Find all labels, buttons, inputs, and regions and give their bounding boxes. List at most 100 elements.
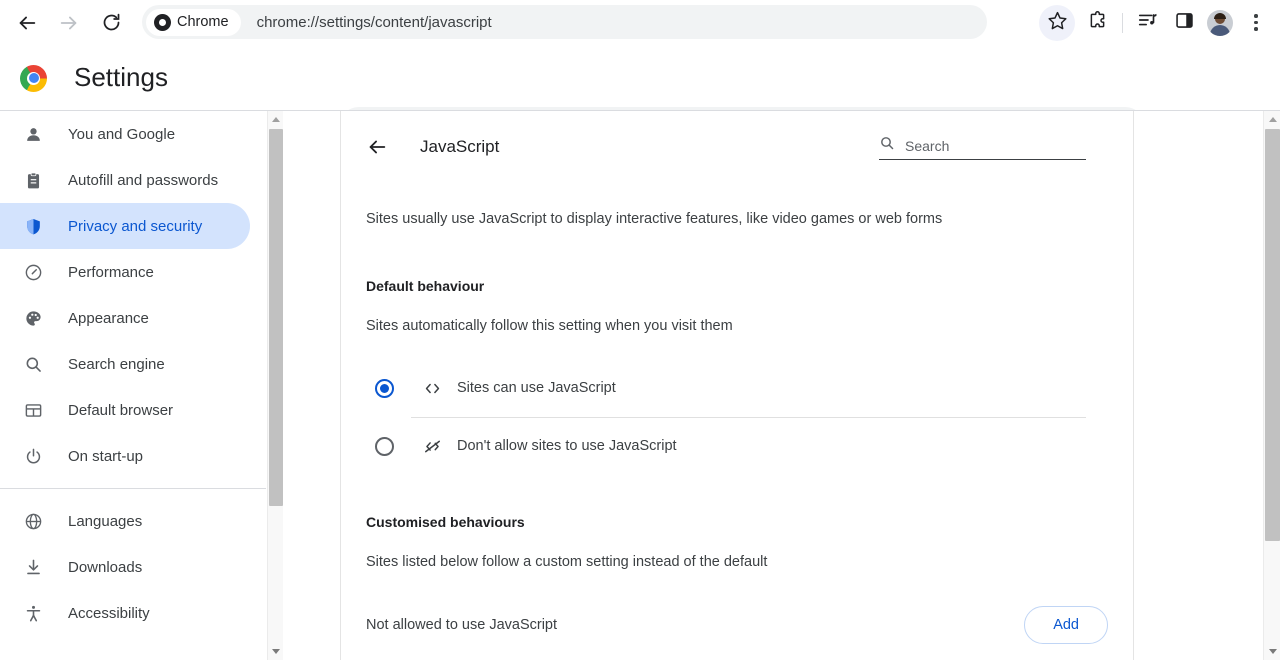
settings-content: JavaScript Search Sites usually use Java… <box>284 111 1254 660</box>
code-off-icon <box>421 435 443 457</box>
star-icon <box>1047 10 1068 36</box>
content-scroll-thumb[interactable] <box>1265 129 1280 541</box>
side-panel-icon <box>1174 10 1195 36</box>
sidebar-item-search-engine[interactable]: Search engine <box>0 341 250 387</box>
section-title: JavaScript <box>420 137 499 157</box>
triangle-up-icon <box>272 117 280 122</box>
settings-body: You and Google Autofill and passwords Pr… <box>0 110 1280 659</box>
radio-option-sites-can-use-javascript[interactable]: Sites can use JavaScript <box>366 360 1108 417</box>
shield-icon <box>22 215 44 237</box>
sidebar-item-label: Appearance <box>68 310 149 327</box>
power-icon <box>22 445 44 467</box>
customised-behaviours-title: Customised behaviours <box>366 514 1108 530</box>
address-bar[interactable]: Chrome chrome://settings/content/javascr… <box>142 5 987 39</box>
sidebar-item-label: Search engine <box>68 356 165 373</box>
chrome-logo-icon <box>20 65 47 92</box>
sidebar-item-performance[interactable]: Performance <box>0 249 250 295</box>
toolbar-divider <box>1122 13 1123 33</box>
arrow-right-icon <box>58 12 80 34</box>
media-control-button[interactable] <box>1130 5 1166 41</box>
add-button[interactable]: Add <box>1024 606 1108 644</box>
sidebar-item-label: You and Google <box>68 126 175 143</box>
chrome-glyph-icon <box>154 14 171 31</box>
inline-search-input[interactable]: Search <box>879 135 1086 160</box>
radio-option-label: Sites can use JavaScript <box>457 380 616 396</box>
speedometer-icon <box>22 261 44 283</box>
omnibox-chrome-chip: Chrome <box>146 9 241 36</box>
reload-button[interactable] <box>94 6 128 40</box>
not-allowed-label: Not allowed to use JavaScript <box>366 617 557 633</box>
settings-sidebar: You and Google Autofill and passwords Pr… <box>0 111 266 660</box>
sidebar-item-label: Accessibility <box>68 605 150 622</box>
sidebar-item-privacy-and-security[interactable]: Privacy and security <box>0 203 250 249</box>
radio-button-selected[interactable] <box>375 379 394 398</box>
sidebar-item-you-and-google[interactable]: You and Google <box>0 111 250 157</box>
sidebar-item-autofill-and-passwords[interactable]: Autofill and passwords <box>0 157 250 203</box>
radio-option-dont-allow-javascript[interactable]: Don't allow sites to use JavaScript <box>366 418 1108 475</box>
extensions-button[interactable] <box>1079 5 1115 41</box>
clipboard-icon <box>22 169 44 191</box>
download-icon <box>22 556 44 578</box>
media-playlist-icon <box>1137 9 1159 36</box>
sidebar-item-default-browser[interactable]: Default browser <box>0 387 250 433</box>
sidebar-item-downloads[interactable]: Downloads <box>0 544 250 590</box>
sidebar-item-appearance[interactable]: Appearance <box>0 295 250 341</box>
inline-search-placeholder: Search <box>905 138 949 154</box>
sidebar-scrollbar[interactable] <box>267 111 283 660</box>
radio-option-label: Don't allow sites to use JavaScript <box>457 438 677 454</box>
address-bar-url[interactable]: chrome://settings/content/javascript <box>257 14 492 31</box>
content-scroll-up-button[interactable] <box>1264 111 1280 128</box>
radio-button-unselected[interactable] <box>375 437 394 456</box>
search-icon <box>22 353 44 375</box>
bookmark-button[interactable] <box>1039 5 1075 41</box>
sidebar-divider <box>0 488 266 489</box>
avatar <box>1207 10 1233 36</box>
sidebar-scroll-up-button[interactable] <box>268 111 284 128</box>
sidebar-scroll-thumb[interactable] <box>269 129 283 506</box>
three-dot-menu-icon <box>1254 14 1258 31</box>
content-scroll-down-button[interactable] <box>1264 643 1280 660</box>
side-panel-button[interactable] <box>1166 5 1202 41</box>
javascript-settings-card: JavaScript Search Sites usually use Java… <box>340 111 1134 660</box>
sidebar-item-label: Default browser <box>68 402 173 419</box>
back-button[interactable] <box>10 6 44 40</box>
sidebar-item-accessibility[interactable]: Accessibility <box>0 590 250 636</box>
sidebar-item-label: Downloads <box>68 559 142 576</box>
not-allowed-section-row: Not allowed to use JavaScript Add <box>366 598 1108 652</box>
omnibox-chip-label: Chrome <box>177 14 229 30</box>
profile-button[interactable] <box>1202 5 1238 41</box>
sidebar-item-on-start-up[interactable]: On start-up <box>0 433 250 479</box>
reload-icon <box>101 12 122 33</box>
triangle-up-icon <box>1269 117 1277 122</box>
page-title: Settings <box>74 62 168 93</box>
browser-toolbar: Chrome chrome://settings/content/javascr… <box>0 0 1280 45</box>
section-header: JavaScript Search <box>366 111 1108 183</box>
code-icon <box>421 377 443 399</box>
arrow-left-icon <box>16 12 38 34</box>
person-icon <box>22 123 44 145</box>
puzzle-icon <box>1087 10 1108 36</box>
globe-icon <box>22 510 44 532</box>
sidebar-item-label: On start-up <box>68 448 143 465</box>
sidebar-item-label: Languages <box>68 513 142 530</box>
triangle-down-icon <box>272 649 280 654</box>
palette-icon <box>22 307 44 329</box>
accessibility-icon <box>22 602 44 624</box>
chrome-menu-button[interactable] <box>1238 5 1274 41</box>
default-behaviour-subtitle: Sites automatically follow this setting … <box>366 316 1108 338</box>
content-scrollbar[interactable] <box>1263 111 1280 660</box>
sidebar-scroll-down-button[interactable] <box>268 643 284 660</box>
triangle-down-icon <box>1269 649 1277 654</box>
toolbar-right-actions <box>1039 0 1280 45</box>
settings-header: Settings Search settings <box>0 45 1280 110</box>
browser-window-icon <box>22 399 44 421</box>
back-button[interactable] <box>366 135 390 159</box>
customised-behaviours-subtitle: Sites listed below follow a custom setti… <box>366 552 1108 574</box>
sidebar-item-label: Performance <box>68 264 154 281</box>
search-icon <box>879 135 895 156</box>
default-behaviour-title: Default behaviour <box>366 278 1108 294</box>
forward-button[interactable] <box>52 6 86 40</box>
sidebar-item-label: Privacy and security <box>68 218 202 235</box>
javascript-description: Sites usually use JavaScript to display … <box>366 209 1108 231</box>
sidebar-item-languages[interactable]: Languages <box>0 498 250 544</box>
